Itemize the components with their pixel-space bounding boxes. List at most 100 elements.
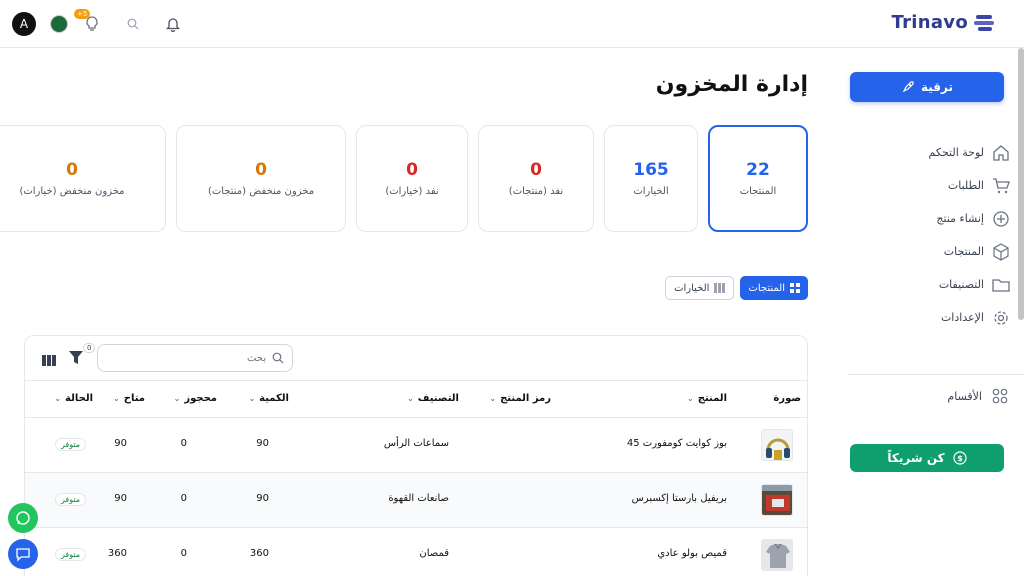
search-input[interactable] (116, 352, 266, 364)
product-quantity: 360 (249, 548, 269, 559)
notifications-button[interactable] (164, 15, 182, 33)
sidebar: ترقية لوحة التحكم الطلبات إنشاء منتج الم… (834, 48, 1024, 576)
coffee-machine-image (762, 485, 792, 515)
product-thumbnail[interactable] (761, 539, 793, 571)
sidebar-item-label: إنشاء منتج (936, 212, 984, 225)
product-name[interactable]: بريفيل بارستا إكسبرس (632, 493, 727, 504)
logo-icon (974, 14, 994, 31)
column-header-label: متاح (123, 393, 145, 404)
grid-icon (992, 388, 1008, 404)
stat-label: الخيارات (633, 186, 669, 197)
page-title: إدارة المخزون (655, 72, 808, 97)
chevron-down-icon: ⌄ (407, 394, 414, 403)
upgrade-button[interactable]: ترقية (850, 72, 1004, 102)
column-header-quantity[interactable]: الكمية ⌄ (248, 393, 289, 404)
stat-cards: 0 مخزون منخفض (خيارات) 0 مخزون منخفض (من… (0, 125, 808, 232)
column-header-label: التصنيف (417, 393, 459, 404)
sidebar-item-products[interactable]: المنتجات (850, 235, 1010, 268)
sidebar-item-label: الإعدادات (940, 311, 984, 324)
chat-support-button[interactable] (8, 539, 38, 569)
become-partner-button[interactable]: كن شريكاً $ (850, 444, 1004, 472)
sidebar-item-dashboard[interactable]: لوحة التحكم (850, 136, 1010, 169)
product-category: سماعات الرأس (383, 438, 449, 449)
stat-card-products[interactable]: 22 المنتجات (708, 125, 808, 232)
column-header-sku[interactable]: رمز المنتج ⌄ (489, 393, 551, 404)
columns-icon (42, 355, 56, 366)
column-header-status[interactable]: الحالة ⌄ (54, 393, 93, 404)
product-available: 90 (114, 493, 127, 504)
column-header-label: المنتج (697, 393, 727, 404)
column-header-image: صورة (773, 393, 801, 404)
sidebar-item-create-product[interactable]: إنشاء منتج (850, 202, 1010, 235)
stat-value: 0 (255, 160, 267, 180)
product-thumbnail[interactable] (761, 429, 793, 461)
stat-label: مخزون منخفض (خيارات) (19, 186, 125, 197)
product-reserved: 0 (180, 493, 187, 504)
tab-options[interactable]: الخيارات (665, 276, 735, 300)
stat-card-options[interactable]: 165 الخيارات (604, 125, 698, 232)
tab-products[interactable]: المنتجات (740, 276, 808, 300)
product-thumbnail[interactable] (761, 484, 793, 516)
whatsapp-button[interactable] (8, 503, 38, 533)
language-flag-icon[interactable] (50, 15, 68, 33)
column-header-available[interactable]: متاح ⌄ (113, 393, 145, 404)
tips-button[interactable]: +5 (74, 9, 102, 35)
sidebar-item-orders[interactable]: الطلبات (850, 169, 1010, 202)
stat-value: 0 (406, 160, 418, 180)
sidebar-item-sections[interactable]: الأقسام (947, 388, 1008, 404)
chevron-down-icon: ⌄ (687, 394, 694, 403)
tab-label: المنتجات (748, 282, 785, 294)
headphones-image (762, 430, 792, 460)
search-box[interactable] (97, 344, 293, 372)
column-header-label: الحالة (65, 393, 93, 404)
column-toggle-button[interactable] (42, 351, 56, 370)
column-header-category[interactable]: التصنيف ⌄ (407, 393, 459, 404)
plus-circle-icon (993, 210, 1009, 227)
table-row[interactable]: قميص بولو عادي قمصان 360 0 360 متوفر (25, 528, 807, 576)
column-header-label: رمز المنتج (500, 393, 551, 404)
product-reserved: 0 (180, 548, 187, 559)
page-scrollbar[interactable] (1018, 48, 1024, 320)
stat-card-low-stock-options[interactable]: 0 مخزون منخفض (خيارات) (0, 125, 166, 232)
status-badge: متوفر (55, 493, 87, 506)
chevron-down-icon: ⌄ (173, 394, 181, 403)
stat-value: 0 (530, 160, 542, 180)
product-name[interactable]: بوز كوايت كومفورت 45 (627, 438, 727, 449)
box-icon (993, 242, 1009, 261)
stat-card-out-of-stock-products[interactable]: 0 نفد (منتجات) (478, 125, 594, 232)
tab-label: الخيارات (674, 282, 710, 294)
sidebar-item-settings[interactable]: الإعدادات (850, 301, 1010, 334)
sidebar-item-categories[interactable]: التصنيفات (850, 268, 1010, 301)
sidebar-item-label: الطلبات (947, 179, 984, 192)
upgrade-label: ترقية (920, 80, 953, 94)
product-available: 360 (107, 548, 127, 559)
column-header-label: الكمية (259, 393, 289, 404)
column-header-reserved[interactable]: محجوز ⌄ (174, 393, 217, 404)
stat-card-low-stock-products[interactable]: 0 مخزون منخفض (منتجات) (176, 125, 346, 232)
filter-count-badge: 0 (83, 343, 96, 353)
table-row[interactable]: بريفيل بارستا إكسبرس صانعات القهوة 90 0 … (25, 473, 807, 528)
brand-logo[interactable]: Trinavo (891, 12, 994, 33)
filter-button[interactable] (69, 349, 83, 368)
column-header-product[interactable]: المنتج ⌄ (687, 393, 727, 404)
rocket-icon (902, 81, 914, 93)
partner-label: كن شريكاً (887, 451, 945, 465)
stat-card-out-of-stock-options[interactable]: 0 نفد (خيارات) (356, 125, 468, 232)
product-category: صانعات القهوة (388, 493, 449, 504)
bell-icon (165, 18, 181, 32)
search-button[interactable] (124, 15, 142, 33)
product-name[interactable]: قميص بولو عادي (657, 548, 727, 559)
product-category: قمصان (419, 548, 449, 559)
stat-label: مخزون منخفض (منتجات) (207, 186, 315, 197)
svg-text:$: $ (957, 454, 963, 463)
whatsapp-icon (16, 511, 30, 525)
table-row[interactable]: بوز كوايت كومفورت 45 سماعات الرأس 90 0 9… (25, 418, 807, 473)
product-reserved: 0 (180, 438, 187, 449)
product-quantity: 90 (256, 493, 269, 504)
filter-icon (69, 351, 83, 364)
sidebar-nav: لوحة التحكم الطلبات إنشاء منتج المنتجات … (850, 136, 1010, 334)
folder-icon (992, 278, 1010, 292)
columns-icon (714, 283, 726, 293)
chevron-down-icon: ⌄ (113, 394, 120, 403)
avatar[interactable]: A (12, 12, 36, 36)
